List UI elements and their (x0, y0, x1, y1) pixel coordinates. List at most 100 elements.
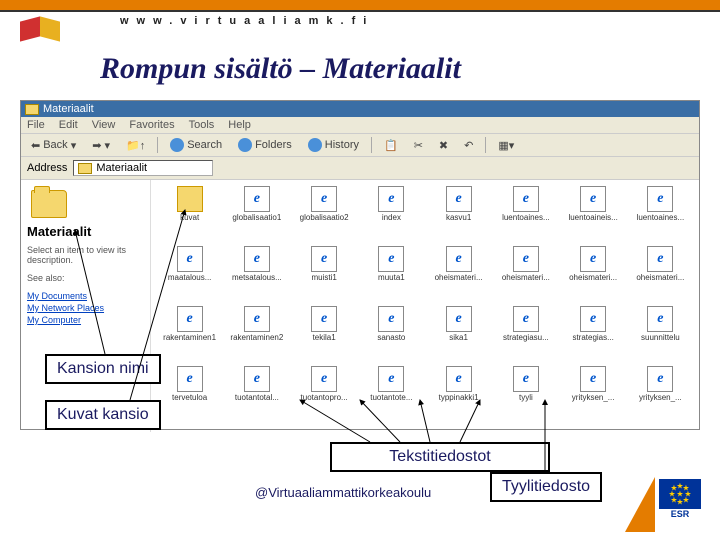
file-item[interactable]: e kasvu1 (426, 186, 491, 244)
file-label: tuotantopro... (301, 394, 348, 402)
file-item[interactable]: e suunnittelu (628, 306, 693, 364)
link-my-documents[interactable]: My Documents (27, 291, 144, 301)
ie-file-icon: e (244, 306, 270, 332)
file-item[interactable]: e tervetuloa (157, 366, 222, 424)
file-label: index (382, 214, 401, 222)
file-label: oheismateri... (435, 274, 483, 282)
orange-triangle-icon (625, 477, 655, 532)
file-label: metsatalous... (232, 274, 282, 282)
ie-file-icon: e (446, 246, 472, 272)
menu-tools[interactable]: Tools (189, 119, 215, 131)
ie-file-icon: e (580, 306, 606, 332)
menu-help[interactable]: Help (228, 119, 251, 131)
file-label: luentoaines... (502, 214, 550, 222)
folder-icon-large (31, 190, 67, 218)
address-value: Materiaalit (96, 162, 147, 174)
file-item[interactable]: kuvat (157, 186, 222, 244)
file-item[interactable]: emuisti1 (292, 246, 357, 304)
history-button[interactable]: History (304, 137, 363, 153)
up-button[interactable]: 📁↑ (122, 138, 149, 153)
file-label: luentoaineis... (568, 214, 617, 222)
file-item[interactable]: emetsatalous... (224, 246, 289, 304)
tb-views[interactable]: ▦▾ (494, 138, 518, 153)
file-label: kasvu1 (446, 214, 471, 222)
file-item[interactable]: etyyli (493, 366, 558, 424)
ie-file-icon: e (177, 366, 203, 392)
tb-extra-2[interactable]: ✂ (410, 138, 427, 153)
search-button[interactable]: Search (166, 137, 226, 153)
file-item[interactable]: e oheismateri... (426, 246, 491, 304)
file-item[interactable]: esika1 (426, 306, 491, 364)
pane-title: Materiaalit (27, 224, 144, 239)
file-item[interactable]: etuotantotal... (224, 366, 289, 424)
back-button[interactable]: ⬅ Back ▾ (27, 138, 80, 153)
corner-logos: ESR (625, 477, 710, 532)
ie-file-icon: e (446, 186, 472, 212)
ie-file-icon: e (513, 186, 539, 212)
ie-file-icon: e (244, 366, 270, 392)
file-item[interactable]: eluentoaineis... (561, 186, 626, 244)
folder-icon (177, 186, 203, 212)
menu-view[interactable]: View (92, 119, 116, 131)
file-item[interactable]: estrategiasu... (493, 306, 558, 364)
tb-extra-1[interactable]: 📋 (380, 138, 402, 153)
link-my-computer[interactable]: My Computer (27, 315, 144, 325)
slide-title: Rompun sisältö – Materiaalit (100, 52, 461, 86)
file-label: sika1 (449, 334, 468, 342)
file-item[interactable]: emuuta1 (359, 246, 424, 304)
callout-tyylitiedosto: Tyylitiedosto (490, 472, 602, 502)
file-item[interactable]: etyppinakki1 (426, 366, 491, 424)
folders-button[interactable]: Folders (234, 137, 296, 153)
file-label: suunnittelu (641, 334, 680, 342)
ie-file-icon: e (446, 366, 472, 392)
menu-file[interactable]: File (27, 119, 45, 131)
top-accent-bar (0, 0, 720, 12)
file-item[interactable]: etuotantopro... (292, 366, 357, 424)
file-label: yrityksen_... (639, 394, 682, 402)
file-item[interactable]: eglobalisaatio1 (224, 186, 289, 244)
window-titlebar[interactable]: Materiaalit (21, 101, 699, 117)
file-item[interactable]: eoheismateri... (561, 246, 626, 304)
file-item[interactable]: eyrityksen_... (628, 366, 693, 424)
file-item[interactable]: eyrityksen_... (561, 366, 626, 424)
forward-button[interactable]: ➡ ▾ (88, 138, 114, 153)
menu-edit[interactable]: Edit (59, 119, 78, 131)
folder-icon (25, 104, 39, 115)
history-icon (308, 138, 322, 152)
file-item[interactable]: esanasto (359, 306, 424, 364)
file-item[interactable]: eglobalisaatio2 (292, 186, 357, 244)
file-label: maatalous... (168, 274, 212, 282)
file-item[interactable]: eoheismateri... (493, 246, 558, 304)
link-my-network[interactable]: My Network Places (27, 303, 144, 313)
file-label: rakentaminen1 (163, 334, 216, 342)
file-label: oheismateri... (636, 274, 684, 282)
ie-file-icon: e (513, 246, 539, 272)
file-item[interactable]: e luentoaines... (493, 186, 558, 244)
eu-flag-icon (659, 479, 701, 509)
file-item[interactable]: etekila1 (292, 306, 357, 364)
file-item[interactable]: erakentaminen1 (157, 306, 222, 364)
file-label: tervetuloa (172, 394, 207, 402)
callout-kuvat-kansio: Kuvat kansio (45, 400, 161, 430)
file-label: tyyli (519, 394, 533, 402)
address-bar: Address Materiaalit (21, 157, 699, 180)
search-icon (170, 138, 184, 152)
file-item[interactable]: eoheismateri... (628, 246, 693, 304)
tb-extra-3[interactable]: ✖ (435, 138, 452, 153)
address-field[interactable]: Materiaalit (73, 160, 213, 176)
toolbar-separator (485, 137, 486, 153)
footer-copyright: @Virtuaaliammattikorkeakoulu (255, 485, 431, 500)
menu-favorites[interactable]: Favorites (129, 119, 174, 131)
file-item[interactable]: eindex (359, 186, 424, 244)
file-item[interactable]: estrategias... (561, 306, 626, 364)
folder-icon (78, 163, 92, 174)
file-grid: kuvateglobalisaatio1eglobalisaatio2einde… (151, 180, 699, 432)
ie-file-icon: e (647, 306, 673, 332)
file-item[interactable]: etuotantote... (359, 366, 424, 424)
toolbar-separator (371, 137, 372, 153)
file-item[interactable]: eluentoaines... (628, 186, 693, 244)
file-label: yrityksen_... (572, 394, 615, 402)
file-item[interactable]: emaatalous... (157, 246, 222, 304)
file-item[interactable]: erakentaminen2 (224, 306, 289, 364)
tb-extra-4[interactable]: ↶ (460, 138, 477, 153)
